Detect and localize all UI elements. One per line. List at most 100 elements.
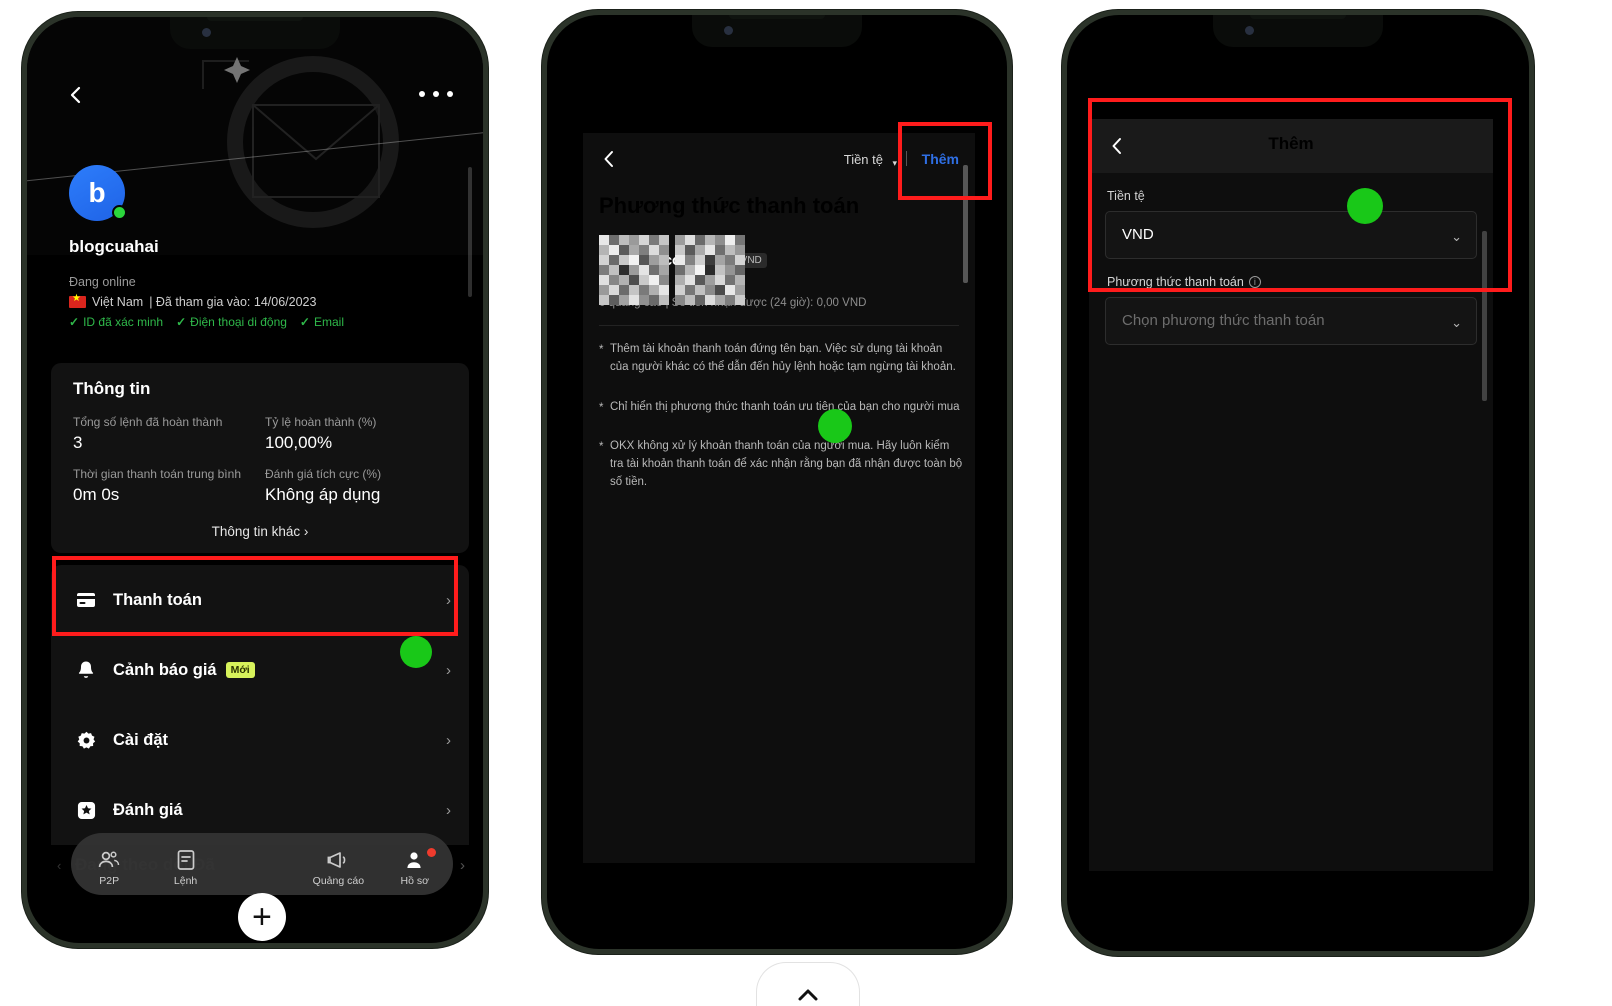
add-screen-topbar: Thêm — [1089, 119, 1493, 173]
more-info-link[interactable]: Thông tin khác › — [51, 524, 469, 539]
phone-device-payment-methods: Tiền tệ ▾ Thêm Phương thức thanh toán hà… — [542, 10, 1012, 954]
plus-icon[interactable]: + — [237, 893, 286, 941]
bottom-sheet-handle[interactable] — [756, 962, 860, 1006]
check-icon: ✓ — [176, 315, 187, 329]
scrollbar[interactable] — [963, 165, 968, 283]
menu-label-price-alert: Cảnh báo giá — [113, 660, 217, 679]
tab-label-ads: Quảng cáo — [312, 875, 365, 887]
phone-device-add-method: Thêm Tiền tệ VND ⌄ Phương thức thanh toá… — [1062, 10, 1534, 956]
menu-item-payment[interactable]: Thanh toán › — [51, 565, 469, 635]
bank-account-row[interactable]: hàng VietcombankVND 0 quảng cáo | Số tiề… — [599, 235, 959, 309]
tab-p2p[interactable]: P2P — [76, 848, 142, 895]
stat-value-completion: 100,00% — [265, 433, 333, 452]
stat-label-completion: Tỷ lệ hoàn thành (%) — [265, 415, 377, 429]
chevron-right-icon: › — [460, 856, 465, 874]
phone2-screen: Tiền tệ ▾ Thêm Phương thức thanh toán hà… — [547, 15, 1007, 949]
chevron-right-icon: › — [303, 524, 309, 539]
tab-label-orders: Lệnh — [173, 875, 198, 887]
stat-value-total-orders: 3 — [73, 433, 83, 452]
notch — [170, 17, 340, 49]
topbar-divider — [906, 151, 907, 166]
tab-label-profile: Hồ sơ — [400, 875, 429, 887]
currency-field-label: Tiền tệ — [1107, 189, 1145, 203]
chevron-right-icon: › — [446, 661, 451, 679]
add-button[interactable]: Thêm — [922, 151, 959, 167]
phone1-screen: b blogcuahai Đang online Việt Nam | Đã t… — [27, 17, 483, 943]
note-item: Thêm tài khoản thanh toán đứng tên bạn. … — [599, 341, 963, 377]
bottom-tabbar: P2P Lệnh + Quảng cáo Hồ sơ — [71, 833, 453, 941]
earpiece-speaker — [1250, 15, 1346, 19]
currency-select[interactable]: VND ⌄ — [1105, 211, 1477, 259]
stat-value-avg-pay-time: 0m 0s — [73, 485, 120, 504]
menu-label-payment: Thanh toán — [113, 590, 202, 609]
green-marker-dot — [1347, 188, 1383, 224]
tab-orders[interactable]: Lệnh — [153, 848, 219, 895]
chevron-down-icon: ⌄ — [1451, 315, 1462, 330]
online-status-text: Đang online — [69, 275, 136, 289]
screenshot-canvas: b blogcuahai Đang online Việt Nam | Đã t… — [0, 0, 1612, 1006]
stat-label-positive: Đánh giá tích cực (%) — [265, 467, 382, 481]
page-title: Thêm — [1268, 134, 1314, 153]
stat-value-positive: Không áp dụng — [265, 485, 381, 504]
scrollbar[interactable] — [1482, 231, 1487, 401]
phone3-screen: Thêm Tiền tệ VND ⌄ Phương thức thanh toá… — [1067, 15, 1529, 951]
menu-item-settings[interactable]: Cài đặt › — [51, 705, 469, 775]
profile-menu: Thanh toán › Cảnh báo giá Mới › Cài đặt … — [51, 565, 469, 845]
chevron-up-icon — [798, 989, 818, 1001]
check-icon: ✓ — [69, 315, 80, 329]
payment-topbar: Tiền tệ ▾ Thêm — [583, 145, 975, 179]
info-icon[interactable]: i — [1248, 276, 1261, 288]
chevron-down-icon: ⌄ — [1451, 229, 1462, 244]
more-info-label: Thông tin khác — [211, 524, 301, 539]
country-name: Việt Nam — [92, 295, 144, 309]
username: blogcuahai — [69, 237, 159, 256]
redaction-mosaic — [599, 235, 669, 305]
tab-label-p2p: P2P — [99, 875, 120, 887]
vietnam-flag-icon — [69, 293, 86, 308]
chevron-right-icon: › — [446, 591, 451, 609]
megaphone-icon — [305, 848, 371, 872]
scrollbar[interactable] — [468, 167, 472, 297]
back-icon[interactable] — [65, 84, 87, 106]
chevron-down-icon[interactable]: ▾ — [892, 158, 897, 169]
currency-filter-label[interactable]: Tiền tệ — [844, 152, 883, 167]
menu-label-settings: Cài đặt — [113, 730, 169, 749]
back-icon[interactable] — [599, 149, 619, 169]
green-marker-dot — [400, 636, 432, 668]
currency-value: VND — [1122, 226, 1154, 243]
tab-ads[interactable]: Quảng cáo — [305, 848, 371, 895]
people-icon — [76, 848, 142, 872]
badge-id-verified: ✓ ID đã xác minh — [69, 315, 163, 329]
add-payment-method-screen: Thêm Tiền tệ VND ⌄ Phương thức thanh toá… — [1089, 119, 1493, 871]
profile-screen: b blogcuahai Đang online Việt Nam | Đã t… — [27, 17, 483, 943]
badge-phone-verified: ✓ Điện thoại di động — [176, 315, 287, 329]
divider — [599, 325, 959, 326]
front-camera-icon — [1245, 26, 1254, 35]
chevron-left-icon: ‹ — [57, 857, 62, 873]
info-card: Thông tin Tổng số lệnh đã hoàn thành 3 T… — [51, 363, 469, 553]
badge-email-label: Email — [313, 315, 344, 329]
verification-badges: ✓ ID đã xác minh ✓ Điện thoại di động ✓ Ema… — [69, 315, 344, 329]
badge-phone-label: Điện thoại di động — [190, 315, 287, 329]
notch — [692, 15, 862, 47]
method-field-label: Phương thức thanh toán i — [1107, 275, 1261, 289]
front-camera-icon — [724, 26, 733, 35]
green-marker-dot — [818, 409, 852, 443]
person-icon — [382, 848, 448, 872]
joined-date: | Đã tham gia vào: 14/06/2023 — [149, 295, 317, 309]
method-placeholder: Chọn phương thức thanh toán — [1122, 312, 1325, 329]
method-label-text: Phương thức thanh toán — [1107, 275, 1244, 289]
phone-device-profile: b blogcuahai Đang online Việt Nam | Đã t… — [22, 12, 488, 948]
menu-label-rating: Đánh giá — [113, 800, 183, 819]
ellipsis-icon[interactable] — [419, 91, 453, 99]
payment-methods-screen: Tiền tệ ▾ Thêm Phương thức thanh toán hà… — [583, 133, 975, 863]
credit-card-icon — [71, 592, 101, 608]
avatar[interactable]: b — [69, 165, 127, 221]
tab-create[interactable]: + — [229, 887, 295, 941]
tab-profile[interactable]: Hồ sơ — [382, 848, 448, 895]
badge-email-verified: ✓ Email — [300, 315, 344, 329]
method-select[interactable]: Chọn phương thức thanh toán ⌄ — [1105, 297, 1477, 345]
notch — [1213, 15, 1383, 47]
bell-icon — [71, 660, 101, 680]
stat-label-total-orders: Tổng số lệnh đã hoàn thành — [73, 415, 223, 429]
